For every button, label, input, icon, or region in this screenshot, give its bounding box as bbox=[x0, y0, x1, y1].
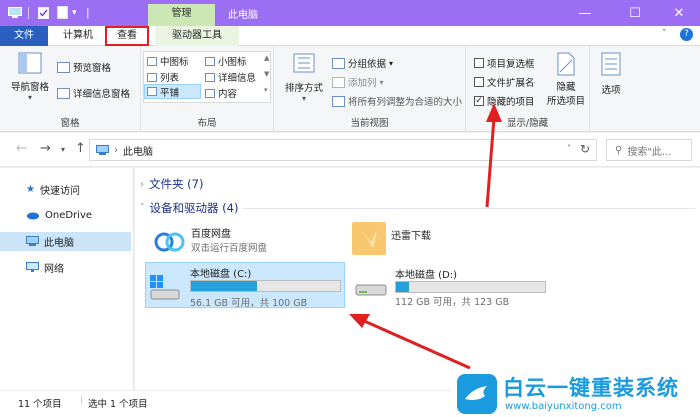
bird-logo-icon bbox=[457, 374, 497, 414]
arrow-to-drive-c bbox=[361, 318, 471, 370]
arrow-head bbox=[486, 103, 502, 122]
arrow-to-hidden-items bbox=[485, 117, 496, 208]
annotation-arrows bbox=[349, 103, 502, 370]
watermark-brand: 白云一键重装系统 bbox=[503, 376, 679, 400]
watermark-url: www.baiyunxitong.com bbox=[505, 401, 622, 412]
brand-watermark: 白云一键重装系统 www.baiyunxitong.com bbox=[451, 370, 700, 417]
